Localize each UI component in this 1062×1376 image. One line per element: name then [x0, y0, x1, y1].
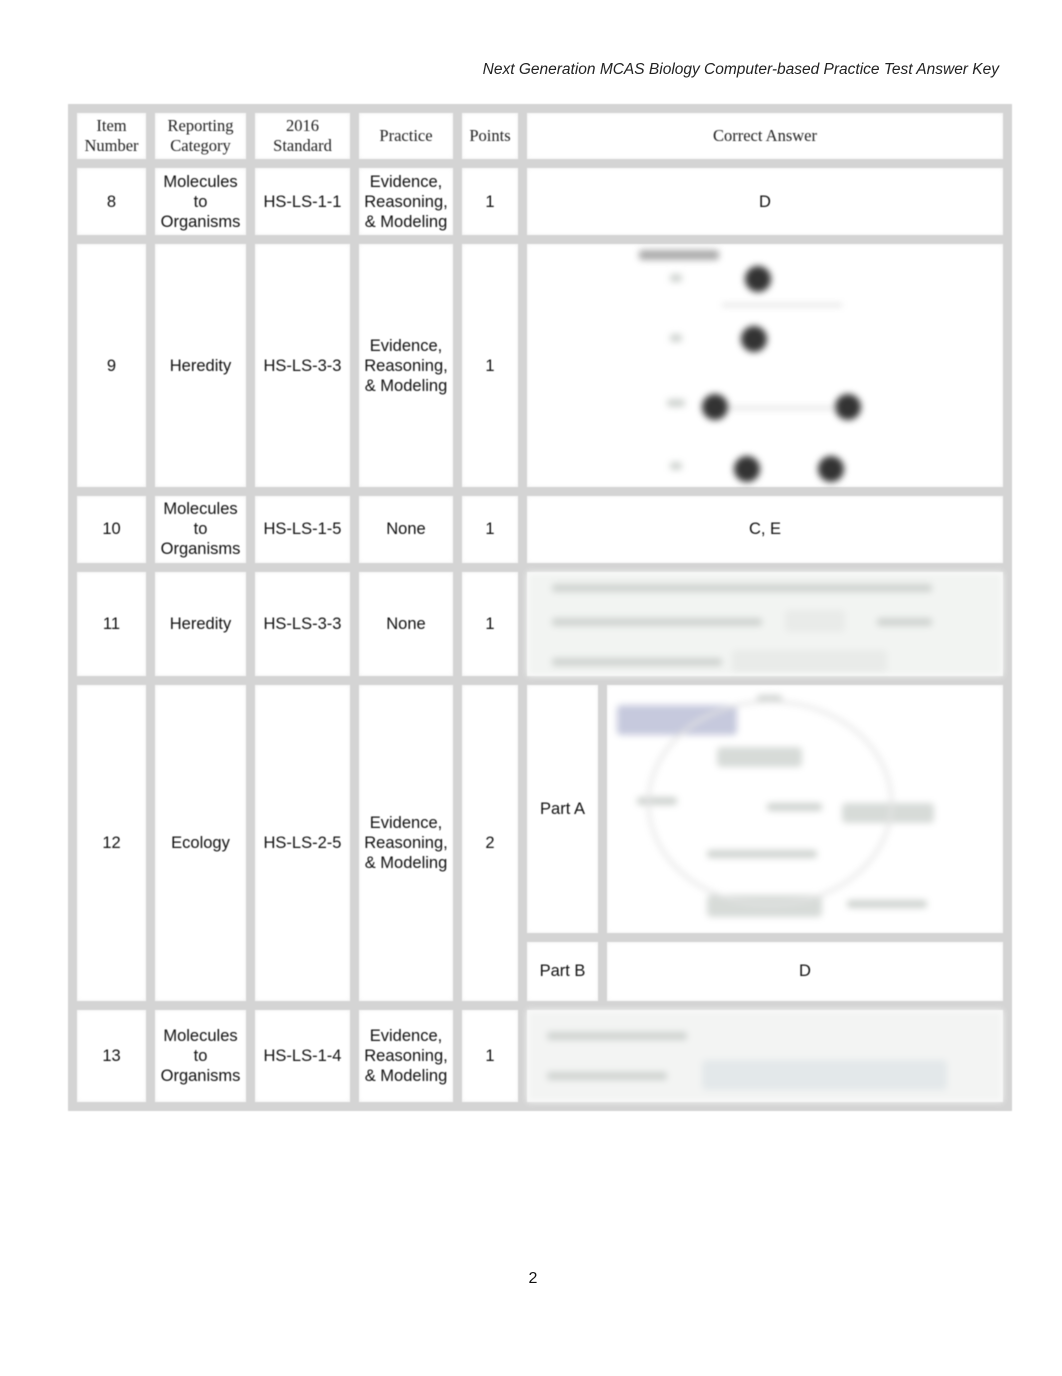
header-practice: Practice	[350, 103, 462, 169]
dropdown-placeholder	[785, 609, 845, 632]
item-number-cell: 12	[68, 675, 155, 1011]
table-row: 13 Molecules to Organisms HS-LS-1-4 Evid…	[68, 1001, 1012, 1111]
reporting-category-cell: Molecules to Organisms	[146, 487, 255, 572]
standard-cell: HS-LS-3-3	[246, 562, 359, 685]
reporting-category-cell: Molecules to Organisms	[146, 1001, 255, 1111]
table-row: 9 Heredity HS-LS-3-3 Evidence, Reasoning…	[68, 235, 1012, 497]
table-row: 11 Heredity HS-LS-3-3 None 1	[68, 562, 1012, 685]
standard-cell: HS-LS-1-1	[246, 159, 359, 245]
pedigree-individual	[702, 394, 728, 421]
points-cell: 1	[453, 159, 527, 245]
item-number-cell: 11	[68, 562, 155, 685]
correct-answer-cell	[518, 235, 1012, 497]
practice-cell: None	[350, 487, 462, 572]
header-row: Item Number Reporting Category 2016 Stan…	[68, 103, 1012, 169]
item-number-cell: 10	[68, 487, 155, 572]
standard-cell: HS-LS-1-5	[246, 487, 359, 572]
practice-cell: None	[350, 562, 462, 685]
reporting-category-cell: Ecology	[146, 675, 255, 1011]
pedigree-individual	[818, 456, 844, 483]
dropdown-sentence-image	[527, 571, 1003, 676]
page-number: 2	[528, 1270, 538, 1287]
diagram-label-placeholder	[847, 899, 927, 908]
table-row: 10 Molecules to Organisms HS-LS-1-5 None…	[68, 487, 1012, 572]
correct-answer-cell	[518, 1001, 1012, 1111]
sentence-text-placeholder	[552, 617, 762, 626]
points-cell: 1	[453, 562, 527, 685]
sentence-text-placeholder	[552, 583, 932, 592]
item-number-cell: 13	[68, 1001, 155, 1111]
table-row-label-placeholder	[547, 1072, 667, 1081]
reporting-category-cell: Heredity	[146, 562, 255, 685]
part-answer-cell	[598, 675, 1012, 942]
generation-label	[670, 274, 682, 283]
points-cell: 2	[453, 675, 527, 1011]
table-row: 12 Ecology HS-LS-2-5 Evidence, Reasoning…	[68, 675, 1012, 1011]
generation-label	[670, 334, 682, 343]
points-cell: 1	[453, 235, 527, 497]
sentence-text-placeholder	[552, 657, 722, 666]
table-row: 8 Molecules to Organisms HS-LS-1-1 Evide…	[68, 159, 1012, 245]
generation-label	[667, 399, 685, 408]
pedigree-line	[722, 304, 842, 307]
pedigree-individual	[835, 394, 861, 421]
pedigree-individual	[741, 326, 767, 353]
points-cell: 1	[453, 1001, 527, 1111]
points-cell: 1	[453, 487, 527, 572]
cycle-arc	[647, 699, 893, 906]
cycle-diagram-image	[607, 685, 1003, 933]
answer-key-table: Item Number Reporting Category 2016 Stan…	[68, 103, 1012, 1111]
pedigree-individual	[745, 266, 771, 293]
header-correct-answer: Correct Answer	[518, 103, 1012, 169]
reporting-category-cell: Molecules to Organisms	[146, 159, 255, 245]
practice-cell: Evidence, Reasoning, & Modeling	[350, 235, 462, 497]
generation-label	[670, 462, 682, 471]
answer-key-table-container: Item Number Reporting Category 2016 Stan…	[68, 103, 1012, 1111]
header-points: Points	[453, 103, 527, 169]
part-answer-cell: D	[598, 932, 1012, 1011]
correct-answer-cell	[518, 562, 1012, 685]
header-item-number: Item Number	[68, 103, 155, 169]
practice-cell: Evidence, Reasoning, & Modeling	[350, 675, 462, 1011]
correct-answer-cell: C, E	[518, 487, 1012, 572]
table-row-label-placeholder	[547, 1032, 687, 1041]
pedigree-line	[727, 407, 837, 410]
dropdown-placeholder	[732, 649, 887, 672]
reporting-category-cell: Heredity	[146, 235, 255, 497]
header-standard: 2016 Standard	[246, 103, 359, 169]
practice-cell: Evidence, Reasoning, & Modeling	[350, 1001, 462, 1111]
sentence-text-placeholder	[877, 617, 932, 626]
header-reporting-category: Reporting Category	[146, 103, 255, 169]
pedigree-individual	[734, 456, 760, 483]
item-number-cell: 8	[68, 159, 155, 245]
pedigree-chart-image	[527, 244, 1003, 487]
part-label-cell: Part B	[518, 932, 607, 1011]
correct-answer-cell: D	[518, 159, 1012, 245]
running-header: Next Generation MCAS Biology Computer-ba…	[482, 61, 999, 78]
part-label-cell: Part A	[518, 675, 607, 942]
item-number-cell: 9	[68, 235, 155, 497]
standard-cell: HS-LS-3-3	[246, 235, 359, 497]
codon-table-image	[527, 1010, 1003, 1102]
standard-cell: HS-LS-2-5	[246, 675, 359, 1011]
pedigree-title-placeholder	[639, 250, 719, 261]
practice-cell: Evidence, Reasoning, & Modeling	[350, 159, 462, 245]
standard-cell: HS-LS-1-4	[246, 1001, 359, 1111]
answer-cells-placeholder	[702, 1060, 947, 1091]
